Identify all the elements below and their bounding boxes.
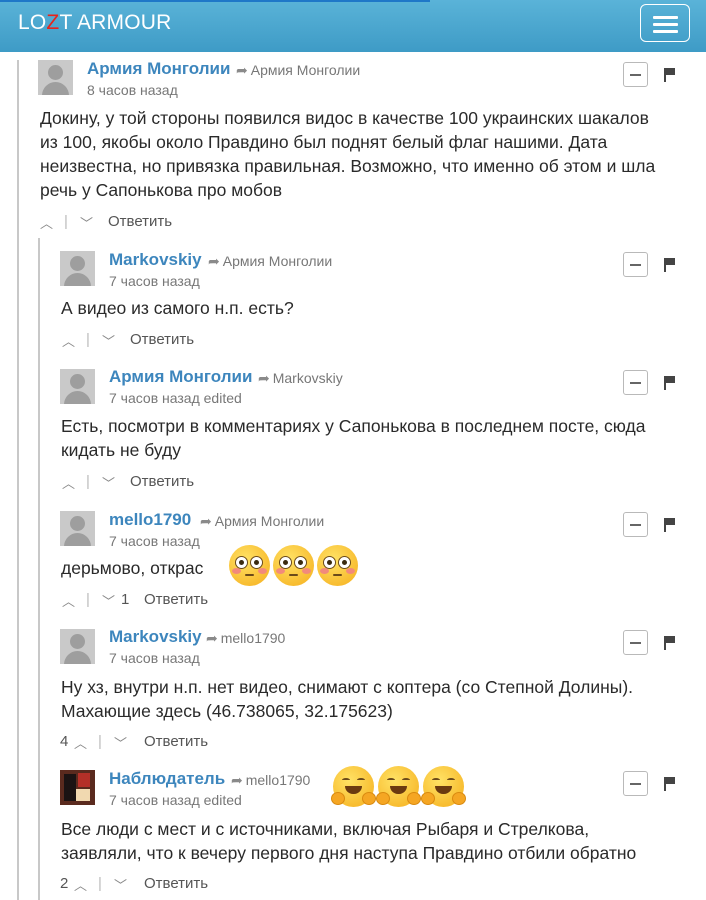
minimize-icon[interactable] xyxy=(623,512,648,537)
upvote-icon[interactable]: ︿ xyxy=(40,213,53,232)
avatar[interactable] xyxy=(60,770,95,805)
avatar[interactable] xyxy=(38,60,73,95)
hugging-face-icon xyxy=(421,766,466,807)
reply-to-label[interactable]: ➦ Армия Монголии xyxy=(208,253,332,270)
hugging-face-icon xyxy=(376,766,421,807)
minimize-icon[interactable] xyxy=(623,771,648,796)
vote-divider: | xyxy=(98,875,102,892)
upvote-count: 4 xyxy=(60,733,69,750)
site-logo[interactable]: LOZT ARMOUR xyxy=(18,11,172,35)
minimize-icon[interactable] xyxy=(623,630,648,655)
avatar[interactable] xyxy=(60,251,95,286)
upvote-icon[interactable]: ︿ xyxy=(74,733,87,752)
flag-icon[interactable] xyxy=(664,636,676,650)
comment-timestamp[interactable]: 8 часов назад xyxy=(87,82,178,98)
vote-divider: | xyxy=(86,591,90,608)
share-arrow-icon: ➦ xyxy=(258,370,270,386)
minimize-icon[interactable] xyxy=(623,370,648,395)
downvote-count: 1 xyxy=(121,591,130,608)
comment-author[interactable]: Markovskiy xyxy=(109,627,202,647)
flag-icon[interactable] xyxy=(664,258,676,272)
comment-text: Все люди с мест и с источниками, включая… xyxy=(61,819,637,863)
flushed-face-icon xyxy=(229,545,270,586)
navbar: LOZT ARMOUR xyxy=(0,0,706,52)
comment-text: Ну хз, внутри н.п. нет видео, снимают с … xyxy=(61,677,634,721)
comment-timestamp[interactable]: 7 часов назад xyxy=(109,533,200,549)
downvote-icon[interactable]: ﹀ xyxy=(102,591,115,610)
vote-divider: | xyxy=(98,733,102,750)
minimize-icon[interactable] xyxy=(623,252,648,277)
reply-button[interactable]: Ответить xyxy=(144,733,208,750)
share-arrow-icon: ➦ xyxy=(236,62,248,78)
comment-timestamp[interactable]: 7 часов назад edited xyxy=(109,792,242,808)
comment-timestamp[interactable]: 7 часов назад edited xyxy=(109,390,242,406)
reply-button[interactable]: Ответить xyxy=(144,875,208,892)
vote-divider: | xyxy=(86,473,90,490)
reply-to-label[interactable]: ➦ mello1790 xyxy=(231,772,310,789)
reply-to-label[interactable]: ➦ Армия Монголии xyxy=(236,62,360,79)
reply-to-label[interactable]: ➦ Markovskiy xyxy=(258,370,343,387)
reply-to-label[interactable]: ➦ Армия Монголии xyxy=(200,513,324,530)
comment-timestamp[interactable]: 7 часов назад xyxy=(109,273,200,289)
comment-author[interactable]: Армия Монголии xyxy=(109,367,252,387)
comment-text: А видео из самого н.п. есть? xyxy=(61,298,294,318)
reply-button[interactable]: Ответить xyxy=(130,331,194,348)
share-arrow-icon: ➦ xyxy=(208,253,220,269)
hugging-face-icon xyxy=(331,766,376,807)
flag-icon[interactable] xyxy=(664,68,676,82)
comment-author[interactable]: Армия Монголии xyxy=(87,59,230,79)
downvote-icon[interactable]: ﹀ xyxy=(102,473,115,492)
comment-author[interactable]: mello1790 xyxy=(109,510,191,530)
flag-icon[interactable] xyxy=(664,376,676,390)
upvote-icon[interactable]: ︿ xyxy=(62,473,75,492)
comment-text: дерьмово, открас xyxy=(61,558,204,578)
reply-button[interactable]: Ответить xyxy=(144,591,208,608)
downvote-icon[interactable]: ﹀ xyxy=(114,875,127,894)
comment-text: Докину, у той стороны появился видос в к… xyxy=(40,108,656,200)
comment-text: Есть, посмотри в комментариях у Сапонько… xyxy=(61,416,646,460)
avatar[interactable] xyxy=(60,629,95,664)
downvote-icon[interactable]: ﹀ xyxy=(102,331,115,350)
comment-author[interactable]: Наблюдатель xyxy=(109,769,225,789)
downvote-icon[interactable]: ﹀ xyxy=(80,213,93,232)
share-arrow-icon: ➦ xyxy=(206,630,218,646)
share-arrow-icon: ➦ xyxy=(231,772,243,788)
comment-timestamp[interactable]: 7 часов назад xyxy=(109,650,200,666)
upvote-icon[interactable]: ︿ xyxy=(62,591,75,610)
thread-line xyxy=(17,60,19,900)
avatar[interactable] xyxy=(60,511,95,546)
page-load-progress xyxy=(0,0,430,2)
vote-divider: | xyxy=(86,331,90,348)
reply-button[interactable]: Ответить xyxy=(108,213,172,230)
upvote-count: 2 xyxy=(60,875,69,892)
downvote-icon[interactable]: ﹀ xyxy=(114,733,127,752)
flag-icon[interactable] xyxy=(664,777,676,791)
avatar[interactable] xyxy=(60,369,95,404)
reply-to-label[interactable]: ➦ mello1790 xyxy=(206,630,285,647)
share-arrow-icon: ➦ xyxy=(200,513,212,529)
vote-divider: | xyxy=(64,213,68,230)
upvote-icon[interactable]: ︿ xyxy=(62,331,75,350)
reply-button[interactable]: Ответить xyxy=(130,473,194,490)
minimize-icon[interactable] xyxy=(623,62,648,87)
hamburger-menu-icon[interactable] xyxy=(640,4,690,42)
flushed-face-icon xyxy=(273,545,314,586)
upvote-icon[interactable]: ︿ xyxy=(74,875,87,894)
flag-icon[interactable] xyxy=(664,518,676,532)
comment-author[interactable]: Markovskiy xyxy=(109,250,202,270)
flushed-face-icon xyxy=(317,545,358,586)
thread-line-nested xyxy=(38,238,40,900)
